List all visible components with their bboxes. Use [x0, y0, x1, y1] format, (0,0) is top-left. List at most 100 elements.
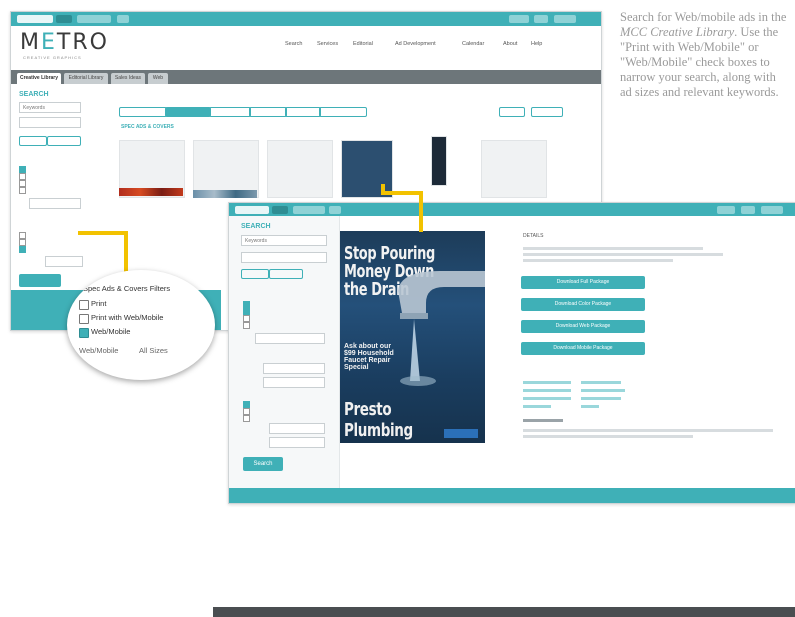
filter-checkbox[interactable]: [243, 415, 250, 422]
account-link[interactable]: [509, 15, 529, 23]
contact-link[interactable]: [554, 15, 576, 23]
pager[interactable]: [499, 107, 525, 117]
link-row[interactable]: [523, 389, 571, 392]
view-toggle[interactable]: [249, 107, 287, 117]
web-size-select[interactable]: [45, 256, 83, 267]
ad-offer: Ask about our $99 Household Faucet Repai…: [344, 343, 394, 371]
link-row[interactable]: [523, 381, 571, 384]
section-label: SPEC ADS & COVERS: [121, 124, 174, 130]
lens-checkbox-web[interactable]: [79, 328, 89, 338]
filter-checkbox[interactable]: [19, 180, 26, 187]
nav-services[interactable]: Services: [317, 41, 338, 47]
top-link[interactable]: [329, 206, 341, 214]
size-select[interactable]: [255, 333, 325, 344]
search-button[interactable]: [56, 15, 72, 23]
clear-search-button[interactable]: [269, 269, 303, 279]
search-title: SEARCH: [19, 91, 49, 98]
size-select[interactable]: [29, 198, 81, 209]
ad-thumbnail[interactable]: [431, 136, 447, 186]
link-row[interactable]: [581, 389, 625, 392]
details-title: DETAILS: [523, 233, 544, 239]
download-color-package-button[interactable]: Download Color Package: [521, 298, 645, 311]
category-input[interactable]: [241, 252, 327, 263]
filter-checkbox[interactable]: [19, 232, 26, 239]
filter-checkbox[interactable]: [19, 246, 26, 253]
filter-checkbox[interactable]: [243, 322, 250, 329]
account-link[interactable]: [717, 206, 735, 214]
logo-tagline: CREATIVE GRAPHICS: [23, 55, 82, 60]
top-link[interactable]: [117, 15, 129, 23]
search-box[interactable]: [235, 206, 269, 214]
logout-link[interactable]: [534, 15, 548, 23]
tab-web[interactable]: Web: [148, 73, 168, 84]
logout-link[interactable]: [741, 206, 755, 214]
nav-ad-development[interactable]: Ad Development: [395, 41, 436, 47]
tab-sales-ideas[interactable]: Sales Ideas: [111, 73, 145, 84]
details-text: [523, 253, 723, 256]
filter-checkbox[interactable]: [19, 173, 26, 180]
clear-search-button[interactable]: [47, 136, 81, 146]
filter-checkbox[interactable]: [243, 301, 250, 308]
ad-preview[interactable]: Stop Pouring Money Down the Drain Ask ab…: [340, 231, 485, 443]
lens-label-print-web: Print with Web/Mobile: [91, 313, 164, 322]
ad-thumbnail[interactable]: [341, 140, 393, 198]
keyword-input[interactable]: Keywords: [241, 235, 327, 246]
tab-editorial-library[interactable]: Editorial Library: [64, 73, 108, 84]
web-size-select[interactable]: [269, 423, 325, 434]
link-row[interactable]: [523, 397, 571, 400]
width-select[interactable]: [263, 363, 325, 374]
lens-checkbox-print-web[interactable]: [79, 314, 89, 324]
filter-checkbox[interactable]: [243, 315, 250, 322]
ad-thumbnail[interactable]: [481, 140, 547, 198]
view-toggle[interactable]: [209, 107, 251, 117]
download-web-package-button[interactable]: Download Web Package: [521, 320, 645, 333]
nav-calendar[interactable]: Calendar: [462, 41, 484, 47]
filter-checkbox[interactable]: [19, 187, 26, 194]
search-button[interactable]: Search: [243, 457, 283, 471]
view-toggle-active[interactable]: [165, 107, 211, 117]
nav-search[interactable]: Search: [285, 41, 302, 47]
ad-thumbnail-strip: [119, 188, 183, 196]
lens-size-value[interactable]: All Sizes: [139, 346, 168, 355]
easy-search-button[interactable]: [19, 136, 47, 146]
ad-badge: [444, 429, 478, 438]
pager-next[interactable]: [531, 107, 563, 117]
mobile-size-select[interactable]: [269, 437, 325, 448]
footer-bar: [229, 488, 795, 503]
search-button[interactable]: [272, 206, 288, 214]
nav-help[interactable]: Help: [531, 41, 542, 47]
search-button[interactable]: [19, 274, 61, 287]
height-select[interactable]: [263, 377, 325, 388]
download-mobile-package-button[interactable]: Download Mobile Package: [521, 342, 645, 355]
view-toggle[interactable]: [119, 107, 167, 117]
link-row[interactable]: [523, 405, 551, 408]
tab-strip: Creative Library Editorial Library Sales…: [11, 70, 601, 84]
top-link[interactable]: [77, 15, 111, 23]
easy-search-button[interactable]: [241, 269, 269, 279]
filter-checkbox[interactable]: [243, 408, 250, 415]
nav-editorial[interactable]: Editorial: [353, 41, 373, 47]
keyword-input[interactable]: Keywords: [19, 102, 81, 113]
lens-checkbox-print[interactable]: [79, 300, 89, 310]
link-row[interactable]: [581, 405, 599, 408]
filter-checkbox[interactable]: [243, 401, 250, 408]
filter-checkbox[interactable]: [243, 308, 250, 315]
tab-creative-library[interactable]: Creative Library: [17, 73, 61, 84]
view-toggle[interactable]: [285, 107, 321, 117]
category-input[interactable]: [19, 117, 81, 128]
keywords-text: [523, 429, 773, 432]
top-link[interactable]: [293, 206, 325, 214]
filter-checkbox[interactable]: [19, 166, 26, 173]
download-full-package-button[interactable]: Download Full Package: [521, 276, 645, 289]
search-title: SEARCH: [241, 223, 271, 230]
search-box[interactable]: [17, 15, 53, 23]
nav-about[interactable]: About: [503, 41, 517, 47]
ad-thumbnail-strip: [193, 190, 257, 198]
filter-checkbox[interactable]: [19, 239, 26, 246]
keywords-text: [523, 435, 693, 438]
link-row[interactable]: [581, 381, 621, 384]
link-row[interactable]: [581, 397, 621, 400]
contact-link[interactable]: [761, 206, 783, 214]
view-toggle[interactable]: [319, 107, 367, 117]
ad-thumbnail[interactable]: [267, 140, 333, 198]
